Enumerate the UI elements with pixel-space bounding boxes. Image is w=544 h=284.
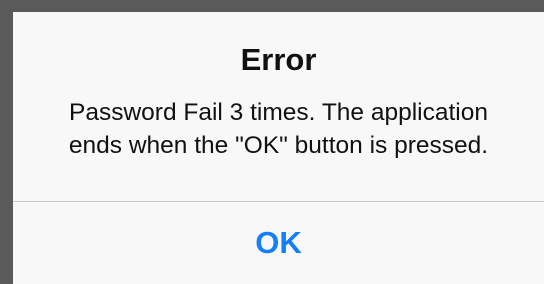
alert-message: Password Fail 3 times. The application e… <box>23 96 534 162</box>
error-alert-dialog: Error Password Fail 3 times. The applica… <box>13 12 544 284</box>
alert-message-line-1: Password Fail 3 times. The application <box>69 99 488 126</box>
alert-body: Error Password Fail 3 times. The applica… <box>13 12 544 201</box>
alert-title: Error <box>240 42 317 77</box>
ok-button[interactable]: OK <box>13 202 544 284</box>
alert-message-line-2: ends when the "OK" button is pressed. <box>68 132 489 159</box>
